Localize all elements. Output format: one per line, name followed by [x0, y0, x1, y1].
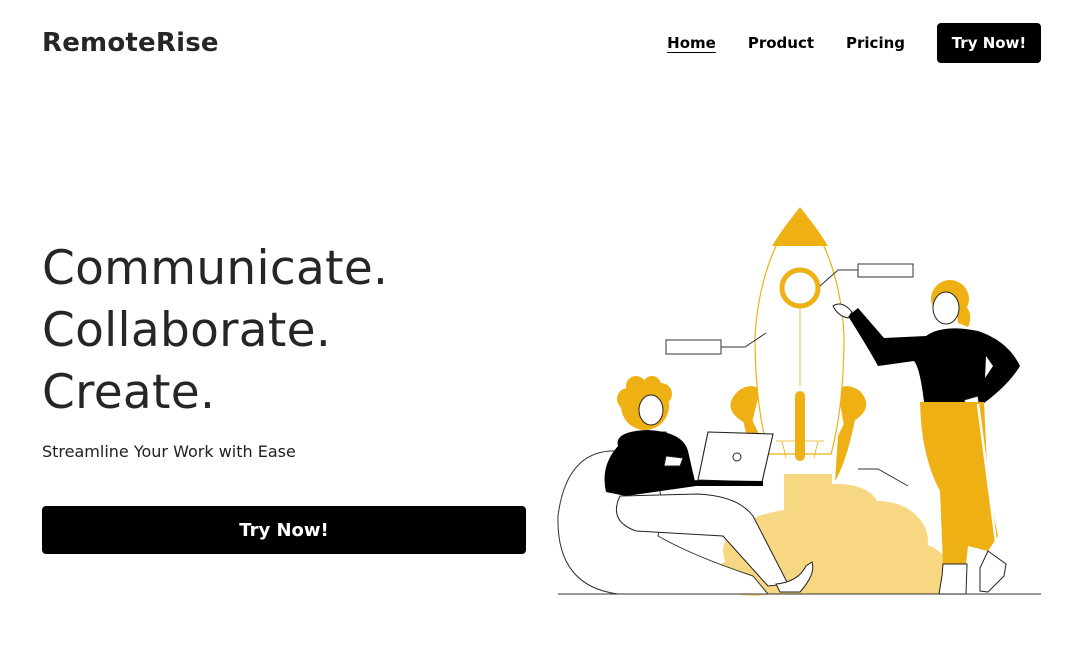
- nav-link-home[interactable]: Home: [667, 23, 716, 63]
- hero-headline: Communicate. Collaborate. Create.: [42, 238, 532, 424]
- headline-line-communicate: Communicate.: [42, 241, 389, 296]
- rocket-launch-team-illustration: [557, 207, 1041, 596]
- header-try-now-button[interactable]: Try Now!: [937, 23, 1041, 63]
- main-nav: Home Product Pricing Try Now!: [667, 23, 1041, 63]
- nav-link-product[interactable]: Product: [748, 23, 814, 63]
- nav-link-pricing[interactable]: Pricing: [846, 23, 905, 63]
- hero-section: Communicate. Collaborate. Create. Stream…: [42, 238, 532, 461]
- hero-try-now-button[interactable]: Try Now!: [42, 506, 526, 554]
- top-navigation-bar: RemoteRise Home Product Pricing Try Now!: [0, 0, 1080, 86]
- hero-subheadline: Streamline Your Work with Ease: [42, 442, 296, 461]
- headline-line-collaborate: Collaborate.: [42, 303, 332, 358]
- headline-line-create: Create.: [42, 365, 216, 420]
- brand-logo[interactable]: RemoteRise: [42, 28, 219, 58]
